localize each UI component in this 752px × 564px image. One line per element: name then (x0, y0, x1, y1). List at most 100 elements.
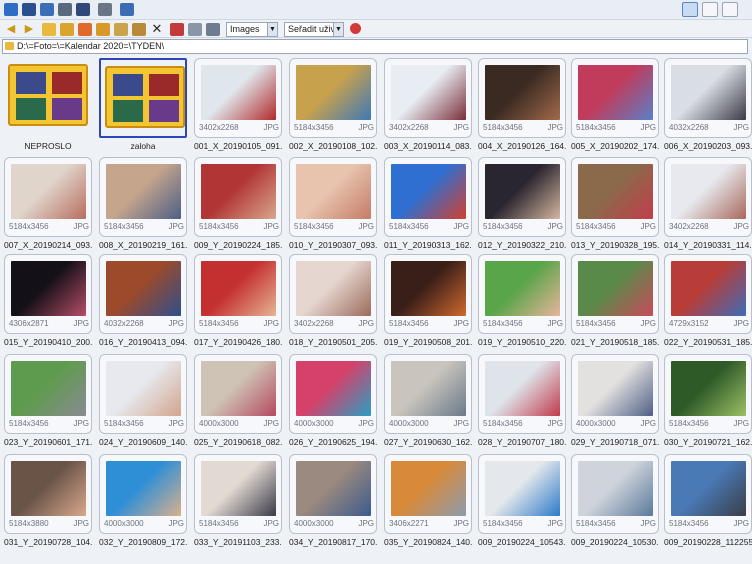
file-type-filter[interactable]: Images ▼ (226, 22, 278, 37)
file-name: 015_Y_20190410_200... (4, 337, 92, 347)
address-bar[interactable]: D:\=Foto=\=Kalendar 2020=\TYDEN\ (2, 39, 748, 54)
thumbnail-item[interactable]: 5184x3456 JPG 005_X_20190202_174... (571, 58, 659, 154)
chevron-down-icon[interactable]: ▼ (267, 23, 277, 36)
thumbnail-frame: 5184x3456 JPG (289, 58, 377, 138)
thumbnail-item[interactable]: 5184x3456 JPG 023_Y_20190601_171... (4, 354, 92, 450)
thumbnail-item[interactable]: 4729x3152 JPG 022_Y_20190531_185... (664, 254, 752, 350)
sort-dropdown[interactable]: Seřadit uživat ▼ (284, 22, 344, 37)
thumbnail-item[interactable]: 5184x3456 JPG 017_Y_20190426_180... (194, 254, 282, 350)
thumbnail-frame: 5184x3456 JPG (571, 254, 659, 334)
thumbnail-frame: 4729x3152 JPG (664, 254, 752, 334)
move-icon[interactable] (132, 23, 146, 36)
folder-item[interactable]: NEPROSLO (4, 58, 92, 154)
thumbnail-item[interactable]: 5184x3456 JPG 009_20190228_112255... (664, 454, 752, 550)
image-format: JPG (263, 419, 279, 428)
thumbnail-item[interactable]: 4000x3000 JPG 034_Y_20190817_170... (289, 454, 377, 550)
fullscreen-view-button[interactable] (722, 2, 738, 17)
thumbnail-item[interactable]: 4306x2871 JPG 015_Y_20190410_200... (4, 254, 92, 350)
image-info: 5184x3456 JPG (294, 123, 374, 132)
photo-thumbnail (578, 164, 653, 219)
new-window-icon[interactable] (4, 3, 18, 16)
delete-icon[interactable]: ✕ (150, 22, 164, 35)
file-type-filter-value: Images (230, 24, 260, 34)
folder-item[interactable]: zaloha (99, 58, 187, 154)
chevron-down-icon[interactable]: ▼ (333, 23, 343, 36)
image-format: JPG (168, 419, 184, 428)
forward-arrow-icon[interactable]: ▶ (22, 23, 36, 36)
thumbnail-frame: 5184x3456 JPG (289, 157, 377, 237)
thumbnail-item[interactable]: 5184x3456 JPG 019_Y_20190508_201... (384, 254, 472, 350)
thumbnail-item[interactable]: 5184x3456 JPG 012_Y_20190322_210... (478, 157, 566, 253)
copy-icon[interactable] (114, 23, 128, 36)
thumbnail-item[interactable]: 4032x2268 JPG 016_Y_20190413_094... (99, 254, 187, 350)
calendar-icon[interactable] (170, 23, 184, 36)
image-format: JPG (453, 123, 469, 132)
thumbnail-item[interactable]: 4000x3000 JPG 026_Y_20190625_194... (289, 354, 377, 450)
back-arrow-icon[interactable]: ◀ (4, 23, 18, 36)
thumbnail-item[interactable]: 5184x3456 JPG 021_Y_20190518_185... (571, 254, 659, 350)
thumbnail-item[interactable]: 5184x3456 JPG 009_Y_20190224_185... (194, 157, 282, 253)
folder-preview-photo (113, 100, 143, 122)
thumbnail-item[interactable]: 3402x2268 JPG 014_Y_20190331_114... (664, 157, 752, 253)
thumbnail-item[interactable]: 5184x3456 JPG 028_Y_20190707_180... (478, 354, 566, 450)
thumbnail-item[interactable]: 5184x3456 JPG 010_Y_20190307_093... (289, 157, 377, 253)
image-dimensions: 3406x2271 (389, 519, 429, 528)
thumbnail-frame: 4000x3000 JPG (289, 454, 377, 534)
thumbnail-item[interactable]: 5184x3456 JPG 002_X_20190108_102... (289, 58, 377, 154)
thumbnail-item[interactable]: 3406x2271 JPG 035_Y_20190824_140... (384, 454, 472, 550)
thumbnail-item[interactable]: 4032x2268 JPG 006_X_20190203_093... (664, 58, 752, 154)
thumbnail-item[interactable]: 4000x3000 JPG 032_Y_20190809_172... (99, 454, 187, 550)
image-format: JPG (263, 319, 279, 328)
monitor-icon[interactable] (22, 3, 36, 16)
grid-icon[interactable] (188, 23, 202, 36)
thumbnail-item[interactable]: 5184x3456 JPG 030_Y_20190721_162... (664, 354, 752, 450)
thumbnail-item[interactable]: 5184x3880 JPG 031_Y_20190728_104... (4, 454, 92, 550)
favorite-folder-icon[interactable] (78, 23, 92, 36)
folder-up-icon[interactable] (42, 23, 56, 36)
screen-icon[interactable] (76, 3, 90, 16)
image-info: 3402x2268 JPG (199, 123, 279, 132)
thumbnail-item[interactable]: 5184x3456 JPG 011_Y_20190313_162... (384, 157, 472, 253)
thumbnail-item[interactable]: 5184x3456 JPG 033_Y_20191103_233... (194, 454, 282, 550)
thumbnail-item[interactable]: 5184x3456 JPG 007_X_20190214_093... (4, 157, 92, 253)
email-icon[interactable] (120, 3, 134, 16)
thumbnail-item[interactable]: 5184x3456 JPG 019_Y_20190510_220... (478, 254, 566, 350)
image-info: 4000x3000 JPG (389, 419, 469, 428)
thumbnail-item[interactable]: 3402x2268 JPG 018_Y_20190501_205... (289, 254, 377, 350)
thumbnail-item[interactable]: 4000x3000 JPG 025_Y_20190618_082... (194, 354, 282, 450)
thumbnail-item[interactable]: 4000x3000 JPG 027_Y_20190630_162... (384, 354, 472, 450)
thumbnail-item[interactable]: 5184x3456 JPG 009_20190224_10530... (571, 454, 659, 550)
preview-view-button[interactable] (702, 2, 718, 17)
folder-icon[interactable] (60, 23, 74, 36)
thumbnail-item[interactable]: 5184x3456 JPG 024_Y_20190609_140... (99, 354, 187, 450)
thumbnail-item[interactable]: 5184x3456 JPG 013_Y_20190328_195... (571, 157, 659, 253)
thumbnail-item[interactable]: 5184x3456 JPG 008_X_20190219_161... (99, 157, 187, 253)
thumbnail-frame: 5184x3456 JPG (194, 157, 282, 237)
details-icon[interactable] (206, 23, 220, 36)
image-format: JPG (640, 519, 656, 528)
clear-filter-icon[interactable] (350, 23, 361, 34)
image-info: 5184x3456 JPG (483, 419, 563, 428)
print-icon[interactable] (98, 3, 112, 16)
image-dimensions: 4000x3000 (294, 519, 334, 528)
file-name: zaloha (130, 141, 156, 151)
thumbnail-item[interactable]: 4000x3000 JPG 029_Y_20190718_071... (571, 354, 659, 450)
image-format: JPG (547, 419, 563, 428)
thumbnail-item[interactable]: 3402x2268 JPG 003_X_20190114_083... (384, 58, 472, 154)
file-name: 024_Y_20190609_140... (99, 437, 187, 447)
thumbnail-frame: 5184x3456 JPG (99, 157, 187, 237)
thumbnail-view-button[interactable] (682, 2, 698, 17)
photo-thumbnail (578, 461, 653, 516)
thumbnail-item[interactable]: 5184x3456 JPG 004_X_20190126_164... (478, 58, 566, 154)
thumbnail-frame: 3406x2271 JPG (384, 454, 472, 534)
folder-tree-icon[interactable] (96, 23, 110, 36)
image-info: 5184x3456 JPG (389, 222, 469, 231)
image-format: JPG (168, 519, 184, 528)
thumbnail-item[interactable]: 3402x2268 JPG 001_X_20190105_091... (194, 58, 282, 154)
image-dimensions: 5184x3456 (669, 519, 709, 528)
edit-icon[interactable] (58, 3, 72, 16)
scan-icon[interactable] (40, 3, 54, 16)
photo-thumbnail (391, 461, 466, 516)
thumbnail-item[interactable]: 5184x3456 JPG 009_20190224_10543... (478, 454, 566, 550)
image-dimensions: 5184x3456 (389, 222, 429, 231)
